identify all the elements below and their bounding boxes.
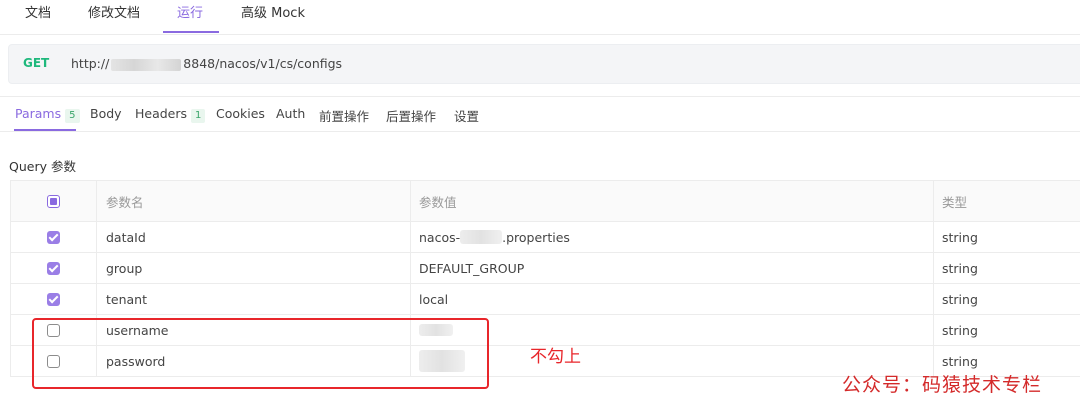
table-header-row: 参数名 参数值 类型	[11, 181, 1080, 222]
annotation-note: 不勾上	[530, 347, 581, 367]
row-checkbox[interactable]	[47, 261, 60, 275]
url-prefix: http://	[71, 56, 110, 71]
tab-run[interactable]: 运行	[177, 2, 203, 21]
url-bar[interactable]: GET http:// 8848/nacos/v1/cs/configs	[8, 44, 1080, 84]
param-name: group	[106, 260, 143, 276]
tab-auth[interactable]: Auth	[276, 106, 305, 121]
tab-pre-operations[interactable]: 前置操作	[319, 106, 369, 125]
param-type: string	[942, 291, 978, 307]
tab-settings[interactable]: 设置	[454, 106, 479, 125]
header-param-type: 类型	[942, 194, 968, 210]
active-tab-indicator	[163, 31, 219, 33]
tab-body[interactable]: Body	[90, 106, 122, 121]
tab-docs[interactable]: 文档	[25, 2, 51, 21]
param-value: DEFAULT_GROUP	[419, 260, 525, 276]
tab-post-operations[interactable]: 后置操作	[386, 106, 436, 125]
http-method[interactable]: GET	[23, 56, 49, 70]
request-tab-bar: Params 5 Body Headers 1 Cookies Auth 前置操作 …	[0, 96, 1080, 132]
highlight-box	[32, 318, 489, 389]
row-checkbox[interactable]	[47, 292, 60, 306]
header-param-name: 参数名	[97, 181, 411, 221]
table-row: dataId nacos- .properties string	[11, 222, 1080, 253]
tab-headers[interactable]: Headers 1	[135, 106, 206, 123]
tab-edit-docs[interactable]: 修改文档	[88, 2, 140, 21]
tab-advanced-mock[interactable]: 高级 Mock	[241, 2, 305, 21]
param-type: string	[942, 322, 978, 338]
url-redacted-host	[111, 58, 182, 71]
table-row: tenant local string	[11, 284, 1080, 315]
tab-params[interactable]: Params 5	[15, 106, 80, 123]
url-path: 8848/nacos/v1/cs/configs	[183, 56, 343, 71]
watermark: 公众号：码猿技术专栏	[842, 374, 1043, 396]
param-value-suffix: .properties	[502, 229, 570, 245]
active-request-tab-indicator	[14, 129, 76, 131]
param-name: tenant	[106, 291, 147, 307]
params-count-badge: 5	[65, 109, 80, 123]
table-row: group DEFAULT_GROUP string	[11, 253, 1080, 284]
header-param-value: 参数值	[411, 181, 934, 221]
select-all-checkbox[interactable]	[47, 194, 60, 208]
param-value-prefix: nacos-	[419, 229, 461, 245]
redacted-value	[460, 230, 503, 244]
param-value: local	[419, 291, 449, 307]
param-type: string	[942, 353, 978, 369]
param-type: string	[942, 229, 978, 245]
tab-headers-label: Headers	[135, 106, 188, 121]
row-checkbox[interactable]	[47, 230, 60, 244]
url-input[interactable]: http:// 8848/nacos/v1/cs/configs	[71, 56, 342, 71]
param-name: dataId	[106, 229, 146, 245]
tab-params-label: Params	[15, 106, 62, 121]
query-params-label: Query 参数	[9, 159, 76, 174]
headers-count-badge: 1	[191, 109, 206, 123]
param-type: string	[942, 260, 978, 276]
top-tab-bar: 文档 修改文档 运行 高级 Mock	[0, 0, 1080, 35]
tab-cookies[interactable]: Cookies	[216, 106, 265, 121]
